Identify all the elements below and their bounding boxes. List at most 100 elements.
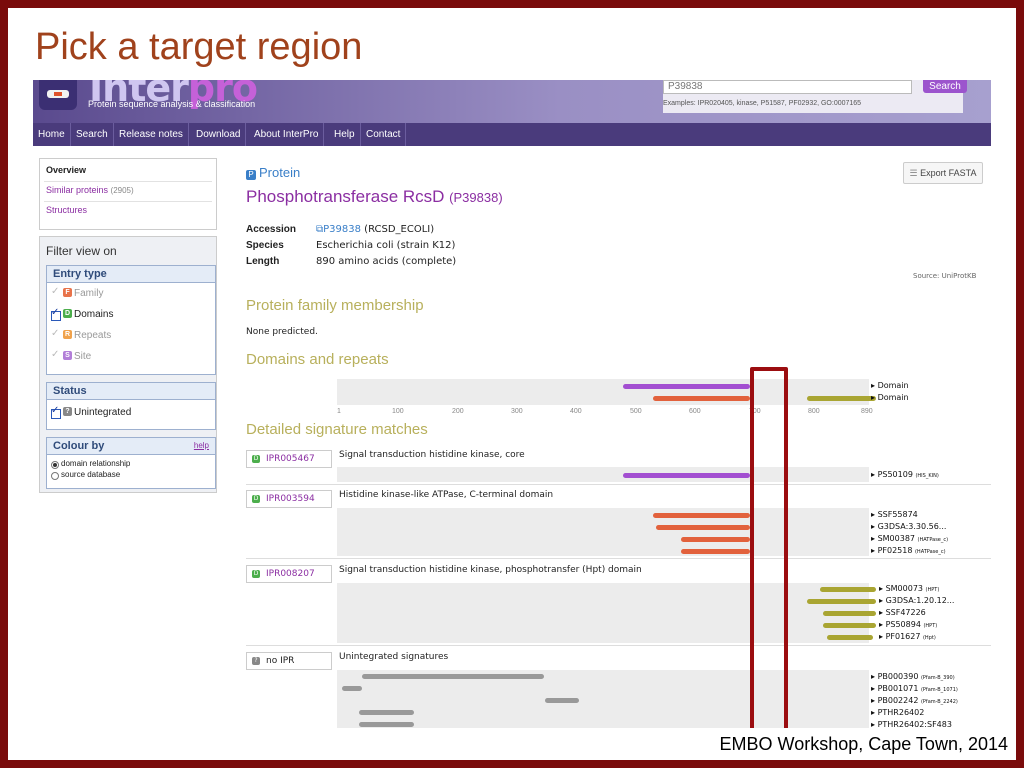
signature-bar[interactable]: [653, 513, 750, 518]
accession-link[interactable]: ⧉P39838: [316, 224, 361, 235]
interpro-screenshot: Interpro Protein sequence analysis & cla…: [33, 80, 991, 728]
signature-label[interactable]: ▸ G3DSA:3.30.56...: [871, 522, 946, 531]
axis-tick: 300: [511, 408, 523, 415]
entry-description: Histidine kinase-like ATPase, C-terminal…: [339, 490, 554, 500]
search-examples: Examples: IPR020405, kinase, P51587, PF0…: [663, 100, 862, 107]
export-fasta-button[interactable]: ☰ Export FASTA: [903, 162, 983, 184]
entry-description: Signal transduction histidine kinase, ph…: [339, 565, 642, 575]
signature-label[interactable]: ▸ SM00387 (HATPase_c): [871, 534, 948, 543]
site-checkbox[interactable]: [51, 349, 61, 363]
search-button[interactable]: Search: [923, 80, 967, 93]
signature-bar[interactable]: [362, 674, 544, 679]
domain-badge-icon: D: [252, 455, 260, 463]
sidebar-item-overview[interactable]: Overview: [46, 165, 86, 175]
signature-bar[interactable]: [823, 623, 876, 628]
signature-bar[interactable]: [827, 635, 873, 640]
signature-label[interactable]: ▸ PS50894 (HPT): [879, 620, 937, 629]
axis-tick: 800: [808, 408, 820, 415]
signature-label[interactable]: ▸ PB002242 (Pfam-B_2242): [871, 696, 958, 705]
family-badge-icon: F: [63, 288, 72, 297]
species-value: Escherichia coli (strain K12): [316, 240, 456, 251]
axis-tick: 890: [861, 408, 873, 415]
signature-bar[interactable]: [656, 525, 750, 530]
site-badge-icon: S: [63, 351, 72, 360]
axis-tick: 1: [337, 408, 341, 415]
signature-bar[interactable]: [807, 599, 876, 604]
repeats-checkbox[interactable]: [51, 328, 61, 342]
signature-bar[interactable]: [359, 710, 414, 715]
signature-label[interactable]: ▸ PB000390 (Pfam-B_390): [871, 672, 955, 681]
length-label: Length: [246, 256, 280, 267]
signature-bar[interactable]: [359, 722, 414, 727]
interpro-logo-icon[interactable]: [39, 80, 77, 110]
detailed-section-title: Detailed signature matches: [246, 421, 428, 438]
entry-accession[interactable]: D IPR005467: [246, 450, 332, 468]
filter-title: Filter view on: [46, 244, 117, 258]
domains-badge-icon: D: [63, 309, 72, 318]
nav-home[interactable]: Home: [33, 123, 71, 146]
signature-bar[interactable]: [681, 549, 750, 554]
signature-label[interactable]: ▸ PS50109 (HIS_KIN): [871, 470, 939, 479]
signature-bar[interactable]: [623, 473, 750, 478]
status-box: Status ? Unintegrated: [46, 382, 216, 430]
signature-label[interactable]: ▸ SM00073 (HPT): [879, 584, 939, 593]
domain-relationship-radio[interactable]: [51, 461, 59, 469]
tagline: Protein sequence analysis & classificati…: [88, 99, 256, 109]
source-database-label: source database: [61, 470, 121, 479]
entry-accession[interactable]: D IPR008207: [246, 565, 332, 583]
axis-tick: 400: [570, 408, 582, 415]
target-region-highlight: [750, 367, 788, 728]
signature-label[interactable]: ▸ PTHR26402:SF483: [871, 720, 952, 728]
entry-accession[interactable]: ? no IPR: [246, 652, 332, 670]
domain-bar[interactable]: [623, 384, 750, 389]
domains-checkbox[interactable]: [51, 307, 61, 321]
signature-label[interactable]: ▸ PB001071 (Pfam-B_1071): [871, 684, 958, 693]
family-checkbox[interactable]: [51, 286, 61, 300]
domain-label[interactable]: ▸ Domain: [871, 393, 909, 402]
length-value: 890 amino acids (complete): [316, 256, 457, 267]
search-input[interactable]: P39838: [663, 80, 912, 94]
signature-track: [337, 583, 869, 643]
nav-release-notes[interactable]: Release notes: [114, 123, 189, 146]
signature-bar[interactable]: [823, 611, 876, 616]
entry-accession[interactable]: D IPR003594: [246, 490, 332, 508]
signature-label[interactable]: ▸ SSF55874: [871, 510, 918, 519]
signature-bar[interactable]: [545, 698, 579, 703]
nav-contact[interactable]: Contact: [361, 123, 407, 146]
sidebar-item-structures[interactable]: Structures: [46, 205, 87, 215]
row-separator: [246, 484, 991, 485]
sidebar-item-similar-proteins[interactable]: Similar proteins (2905): [46, 185, 134, 195]
unintegrated-badge-icon: ?: [252, 657, 260, 665]
unintegrated-checkbox[interactable]: [51, 405, 61, 419]
sidebar-nav: Overview Similar proteins (2905) Structu…: [39, 158, 217, 230]
nav-search[interactable]: Search: [71, 123, 114, 146]
domain-bar[interactable]: [653, 396, 750, 401]
slide-footer: EMBO Workshop, Cape Town, 2014: [719, 734, 1008, 754]
domain-bar[interactable]: [807, 396, 876, 401]
signature-label[interactable]: ▸ G3DSA:1.20.12...: [879, 596, 954, 605]
domains-section-title: Domains and repeats: [246, 351, 389, 368]
domain-relationship-label: domain relationship: [61, 459, 131, 468]
signature-label[interactable]: ▸ PF01627 (Hpt): [879, 632, 936, 641]
family-none-text: None predicted.: [246, 327, 318, 337]
colour-help-link[interactable]: help: [194, 438, 209, 454]
signature-label[interactable]: ▸ PF02518 (HATPase_c): [871, 546, 946, 555]
nav-download[interactable]: Download: [191, 123, 247, 146]
signature-bar[interactable]: [820, 587, 876, 592]
signature-bar[interactable]: [681, 537, 750, 542]
source-database-radio[interactable]: [51, 472, 59, 480]
domain-label[interactable]: ▸ Domain: [871, 381, 909, 390]
signature-bar[interactable]: [342, 686, 362, 691]
main-nav: Home Search Release notes Download About…: [33, 123, 991, 146]
signature-label[interactable]: ▸ SSF47226: [879, 608, 926, 617]
filter-panel: Filter view on Entry type F Family D Dom…: [39, 236, 217, 493]
nav-about[interactable]: About InterPro: [249, 123, 325, 146]
axis-tick: 200: [452, 408, 464, 415]
nav-help[interactable]: Help: [329, 123, 361, 146]
site-header: Interpro Protein sequence analysis & cla…: [33, 80, 991, 123]
accession-label: Accession: [246, 224, 297, 235]
domains-label: Domains: [74, 309, 114, 320]
signature-label[interactable]: ▸ PTHR26402: [871, 708, 924, 717]
accession-value: ⧉P39838 (RCSD_ECOLI): [316, 224, 435, 235]
source-note: Source: UniProtKB: [913, 272, 977, 280]
